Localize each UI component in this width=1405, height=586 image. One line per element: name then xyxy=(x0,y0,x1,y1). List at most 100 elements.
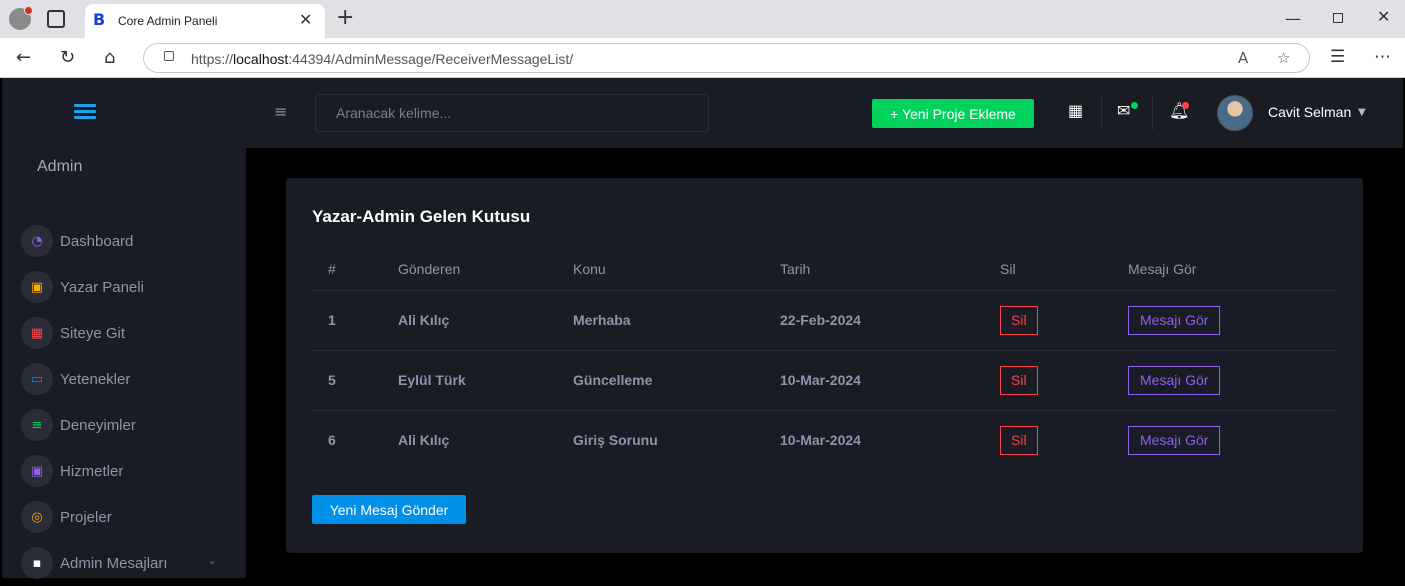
bell-notification-dot xyxy=(1182,102,1189,109)
delete-cell: Sil xyxy=(984,290,1112,351)
inbox-card: Yazar-Admin Gelen Kutusu # Gönderen Konu… xyxy=(286,178,1363,553)
profile-avatar-icon[interactable] xyxy=(9,6,33,30)
home-icon[interactable]: ⌂ xyxy=(104,47,115,68)
user-name[interactable]: Cavit Selman xyxy=(1268,104,1351,120)
logo-icon[interactable] xyxy=(74,104,96,122)
card-title: Yazar-Admin Gelen Kutusu xyxy=(312,207,531,226)
sidebar-item-label: Dashboard xyxy=(60,232,134,250)
divider xyxy=(1101,96,1102,130)
maximize-icon[interactable] xyxy=(1333,13,1343,23)
mail-icon[interactable]: ✉ xyxy=(1117,101,1130,120)
column-header: Mesajı Gör xyxy=(1112,248,1336,291)
table-row: 1 Ali Kılıç Merhaba 22-Feb-2024 Sil Mesa… xyxy=(312,290,1336,351)
laptop-icon: ▭ xyxy=(21,363,53,395)
column-header: # xyxy=(312,248,382,291)
divider xyxy=(1152,96,1153,130)
sidebar-item-siteye-git[interactable]: ▦ Siteye Git xyxy=(21,310,231,356)
sidebar-item-admin-mesajlari[interactable]: ▪ Admin Mesajları ⌄ xyxy=(21,540,231,586)
search-input[interactable] xyxy=(315,94,709,132)
favorites-list-icon[interactable]: ☰ xyxy=(1330,47,1345,67)
view-message-button[interactable]: Mesajı Gör xyxy=(1128,425,1221,455)
message-subject: Güncelleme xyxy=(557,350,764,411)
admin-name: Admin xyxy=(37,158,83,175)
message-sender: Eylül Türk xyxy=(382,350,557,411)
sidebar-item-yetenekler[interactable]: ▭ Yetenekler xyxy=(21,356,231,402)
window-close-icon[interactable]: ✕ xyxy=(1377,7,1390,26)
message-sender: Ali Kılıç xyxy=(398,432,450,449)
delete-cell: Sil xyxy=(984,410,1112,470)
delete-button[interactable]: Sil xyxy=(1000,365,1038,395)
refresh-icon[interactable]: ↻ xyxy=(60,47,75,68)
back-arrow-icon[interactable]: ← xyxy=(16,47,31,68)
message-id: 6 xyxy=(328,432,336,449)
column-header: Konu xyxy=(557,248,764,291)
browser-address-bar: ← ↻ ⌂ https://localhost:44394/AdminMessa… xyxy=(0,38,1405,78)
message-date: 10-Mar-2024 xyxy=(780,432,861,449)
table-row: 6 Ali Kılıç Giriş Sorunu 10-Mar-2024 Sil… xyxy=(312,410,1336,470)
table-header-row: # Gönderen Konu Tarih Sil Mesajı Gör xyxy=(312,248,1336,291)
message-subject: Merhaba xyxy=(557,290,764,351)
lock-icon[interactable] xyxy=(164,51,174,61)
table-icon: ▦ xyxy=(21,317,53,349)
chevron-down-icon[interactable]: ⌄ xyxy=(208,554,217,567)
sidebar-item-yazar-paneli[interactable]: ▣ Yazar Paneli xyxy=(21,264,231,310)
message-subject: Giriş Sorunu xyxy=(573,432,658,449)
favorite-star-icon[interactable]: ☆ xyxy=(1277,49,1290,67)
message-id: 1 xyxy=(312,290,382,351)
message-alert-icon: ▣ xyxy=(21,271,53,303)
messages-table: # Gönderen Konu Tarih Sil Mesajı Gör 1 A… xyxy=(312,248,1336,470)
message-date: 22-Feb-2024 xyxy=(764,290,984,351)
url-text: https://localhost:44394/AdminMessage/Rec… xyxy=(191,51,574,67)
github-icon: ◎ xyxy=(21,501,53,533)
browser-tab-bar: B Core Admin Paneli ✕ + — ✕ xyxy=(0,0,1405,38)
speedometer-icon: ◔ xyxy=(21,225,53,257)
send-new-message-button[interactable]: Yeni Mesaj Gönder xyxy=(312,495,466,524)
message-sender: Ali Kılıç xyxy=(382,290,557,351)
sidebar-item-hizmetler[interactable]: ▣ Hizmetler xyxy=(21,448,231,494)
sidebar-menu: ◔ Dashboard ▣ Yazar Paneli ▦ Siteye Git … xyxy=(21,218,231,586)
delete-cell: Sil xyxy=(984,350,1112,411)
app-root: Admin ◔ Dashboard ▣ Yazar Paneli ▦ Sitey… xyxy=(2,78,1403,579)
column-header: Tarih xyxy=(764,248,984,291)
browser-tab[interactable]: B Core Admin Paneli ✕ xyxy=(85,4,325,38)
view-message-button[interactable]: Mesajı Gör xyxy=(1128,305,1221,335)
avatar[interactable] xyxy=(1217,95,1253,131)
top-navbar: ≡ + Yeni Proje Ekleme ▦ ✉ 🔔︎ Cavit Selma… xyxy=(246,78,1403,148)
new-project-button[interactable]: + Yeni Proje Ekleme xyxy=(872,99,1034,128)
message-date: 10-Mar-2024 xyxy=(764,350,984,411)
sidebar-item-dashboard[interactable]: ◔ Dashboard xyxy=(21,218,231,264)
sidebar-item-label: Yetenekler xyxy=(60,370,131,388)
sidebar: Admin ◔ Dashboard ▣ Yazar Paneli ▦ Sitey… xyxy=(2,78,246,579)
minimize-icon[interactable]: — xyxy=(1285,9,1301,28)
sidebar-item-projeler[interactable]: ◎ Projeler xyxy=(21,494,231,540)
caret-down-icon[interactable]: ▼ xyxy=(1358,107,1366,118)
view-message-button[interactable]: Mesajı Gör xyxy=(1128,365,1221,395)
more-options-icon[interactable]: ⋯ xyxy=(1374,47,1391,67)
new-tab-icon[interactable]: + xyxy=(336,5,354,30)
read-aloud-icon[interactable]: A xyxy=(1238,49,1248,67)
bootstrap-favicon-icon: B xyxy=(93,10,106,29)
sidebar-item-label: Hizmetler xyxy=(60,462,124,480)
chat-icon: ▪ xyxy=(21,547,53,579)
delete-button[interactable]: Sil xyxy=(1000,425,1038,455)
tab-title: Core Admin Paneli xyxy=(118,14,218,28)
view-cell: Mesajı Gör xyxy=(1112,350,1336,411)
playlist-icon: ≡ xyxy=(21,409,53,441)
grid-apps-icon[interactable]: ▦ xyxy=(1068,101,1083,120)
sidebar-item-label: Siteye Git xyxy=(60,324,126,342)
close-tab-icon[interactable]: ✕ xyxy=(299,10,312,29)
mail-notification-dot xyxy=(1131,102,1138,109)
message-id: 5 xyxy=(312,350,382,411)
delete-button[interactable]: Sil xyxy=(1000,305,1038,335)
sidebar-item-label: Yazar Paneli xyxy=(60,278,144,296)
table-row: 5 Eylül Türk Güncelleme 10-Mar-2024 Sil … xyxy=(312,350,1336,411)
hamburger-menu-icon[interactable]: ≡ xyxy=(274,102,287,121)
sidebar-item-deneyimler[interactable]: ≡ Deneyimler xyxy=(21,402,231,448)
tab-actions-icon[interactable] xyxy=(47,10,65,28)
sidebar-item-label: Admin Mesajları xyxy=(60,554,168,572)
column-header: Gönderen xyxy=(382,248,557,291)
sidebar-item-label: Deneyimler xyxy=(60,416,136,434)
url-field[interactable]: https://localhost:44394/AdminMessage/Rec… xyxy=(143,43,1310,73)
view-cell: Mesajı Gör xyxy=(1112,410,1336,470)
column-header: Sil xyxy=(984,248,1112,291)
